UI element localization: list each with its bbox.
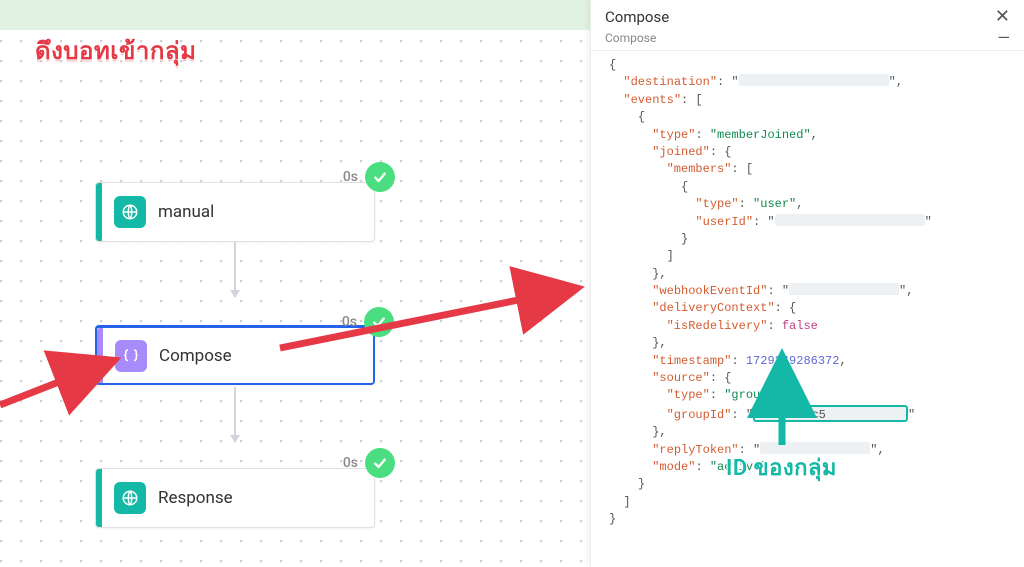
node-status-badge: 0s xyxy=(343,162,395,192)
check-icon xyxy=(365,448,395,478)
annotation-id-label: ID ของกลุ่ม xyxy=(726,450,837,485)
panel-title: Compose xyxy=(605,8,669,26)
flow-node-manual[interactable]: manual 0s xyxy=(95,182,375,242)
flow-node-response[interactable]: Response 0s xyxy=(95,468,375,528)
check-icon xyxy=(364,307,394,337)
flow-canvas[interactable]: ดึงบอทเข้ากลุ่ม manual 0s Compose 0s xyxy=(0,0,590,567)
canvas-annotation-title: ดึงบอทเข้ากลุ่ม xyxy=(35,31,196,70)
panel-section-label: Compose xyxy=(605,31,656,45)
canvas-topbar xyxy=(0,0,590,30)
node-accent xyxy=(96,469,102,527)
node-status-badge: 0s xyxy=(343,448,395,478)
node-status-badge: 0s xyxy=(342,307,394,337)
globe-icon xyxy=(114,196,146,228)
node-accent xyxy=(96,183,102,241)
exec-time: 0s xyxy=(343,169,358,185)
collapse-icon[interactable]: — xyxy=(998,30,1011,46)
connector xyxy=(234,242,236,297)
node-accent xyxy=(97,328,103,383)
node-label: Response xyxy=(158,488,233,508)
close-icon[interactable]: ✕ xyxy=(995,8,1010,26)
connector xyxy=(234,387,236,442)
flow-node-compose[interactable]: Compose 0s xyxy=(95,325,375,385)
exec-time: 0s xyxy=(343,455,358,471)
exec-time: 0s xyxy=(342,314,357,330)
node-label: Compose xyxy=(159,346,232,366)
node-label: manual xyxy=(158,202,214,222)
check-icon xyxy=(365,162,395,192)
braces-icon xyxy=(115,340,147,372)
globe-icon xyxy=(114,482,146,514)
